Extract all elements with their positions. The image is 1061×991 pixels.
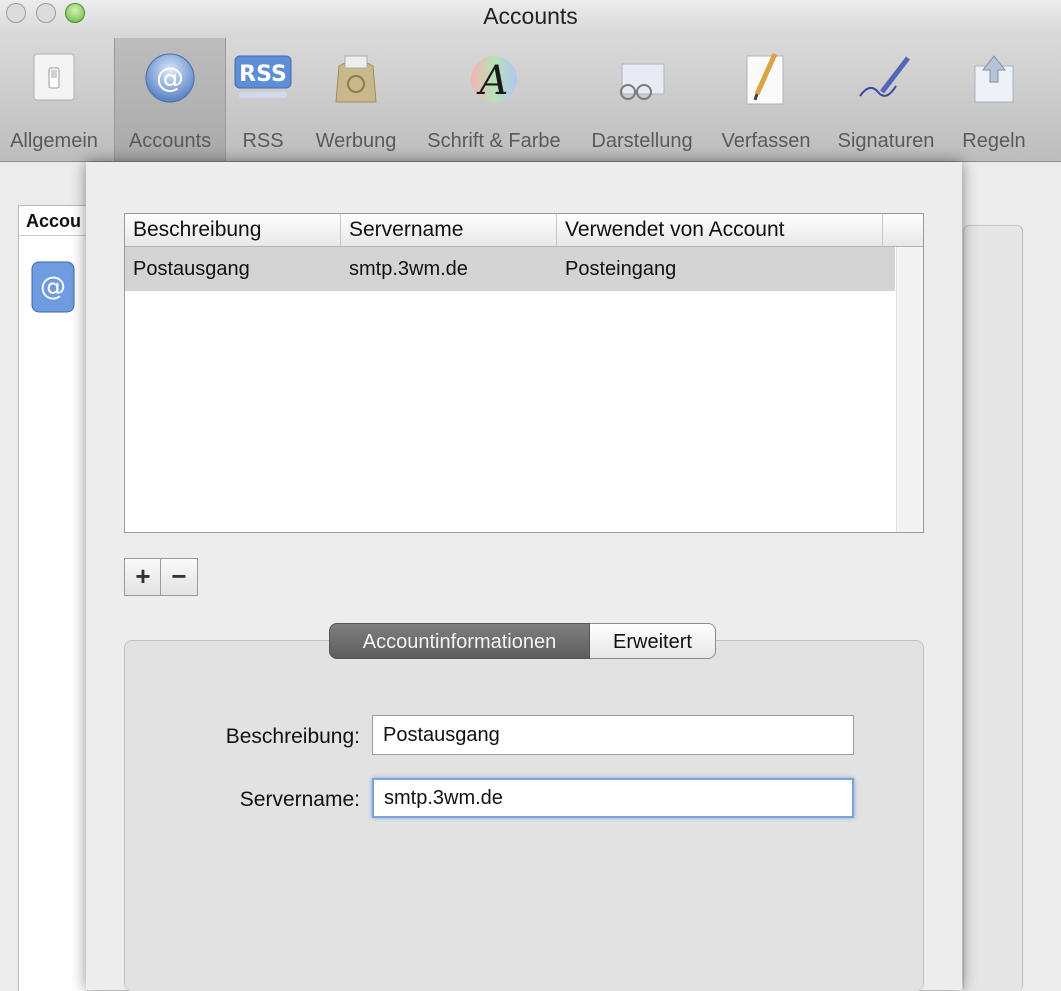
table-row[interactable]: Postausgang smtp.3wm.de Posteingang <box>125 247 895 291</box>
rss-icon: RSS <box>233 52 293 107</box>
column-header-verwendet[interactable]: Verwendet von Account <box>557 214 883 246</box>
tab-accountinformationen[interactable]: Accountinformationen <box>329 623 590 659</box>
pencil-paper-icon <box>743 52 789 113</box>
table-scrollbar[interactable] <box>896 247 923 532</box>
accounts-list-header: Accou <box>19 206 87 236</box>
svg-text:@: @ <box>156 61 184 94</box>
junk-mail-bag-icon <box>331 52 381 111</box>
window-title: Accounts <box>483 3 578 29</box>
toolbar-item-verfassen[interactable]: Verfassen <box>714 38 818 161</box>
toolbar-item-werbung[interactable]: Werbung <box>306 38 406 161</box>
toolbar-item-schrift-farbe[interactable]: A Schrift & Farbe <box>414 38 574 161</box>
accounts-list[interactable]: Accou @ <box>18 205 88 991</box>
svg-text:@: @ <box>40 272 66 302</box>
servername-label: Servername: <box>239 788 360 811</box>
title-bar: Accounts <box>0 0 1061 38</box>
svg-text:A: A <box>476 58 509 104</box>
toolbar-item-darstellung[interactable]: Darstellung <box>580 38 704 161</box>
toolbar-item-rss[interactable]: RSS RSS <box>226 38 300 161</box>
cell-servername: smtp.3wm.de <box>349 258 468 280</box>
toolbar-item-regeln[interactable]: Regeln <box>954 38 1034 161</box>
cell-verwendet: Posteingang <box>565 258 677 280</box>
remove-server-button[interactable]: − <box>160 558 198 596</box>
cell-beschreibung: Postausgang <box>133 258 250 280</box>
signature-pen-icon <box>856 52 916 111</box>
smtp-server-table[interactable]: Beschreibung Servername Verwendet von Ac… <box>124 213 924 533</box>
beschreibung-field[interactable] <box>372 715 854 755</box>
light-switch-icon <box>30 52 78 107</box>
account-details-panel <box>963 225 1023 991</box>
toolbar-item-accounts[interactable]: @ Accounts <box>114 38 226 161</box>
beschreibung-label: Beschreibung: <box>225 725 360 748</box>
table-header: Beschreibung Servername Verwendet von Ac… <box>125 214 923 247</box>
tab-erweitert[interactable]: Erweitert <box>590 623 716 659</box>
glasses-icon <box>610 52 674 111</box>
rules-arrow-icon <box>969 52 1019 111</box>
column-header-servername[interactable]: Servername <box>341 214 557 246</box>
preferences-toolbar: Allgemein @ Accounts RSS RSS Werbung A S… <box>0 38 1061 162</box>
at-sign-icon: @ <box>144 52 196 109</box>
add-remove-controls: + − <box>124 558 198 596</box>
svg-text:RSS: RSS <box>239 62 287 87</box>
toolbar-item-signaturen[interactable]: Signaturen <box>826 38 946 161</box>
servername-field[interactable] <box>372 778 854 818</box>
toolbar-item-allgemein[interactable]: Allgemein <box>0 38 108 161</box>
column-header-beschreibung[interactable]: Beschreibung <box>125 214 341 246</box>
account-at-icon[interactable]: @ <box>31 261 75 318</box>
add-server-button[interactable]: + <box>124 558 162 596</box>
font-color-icon: A <box>467 52 521 111</box>
